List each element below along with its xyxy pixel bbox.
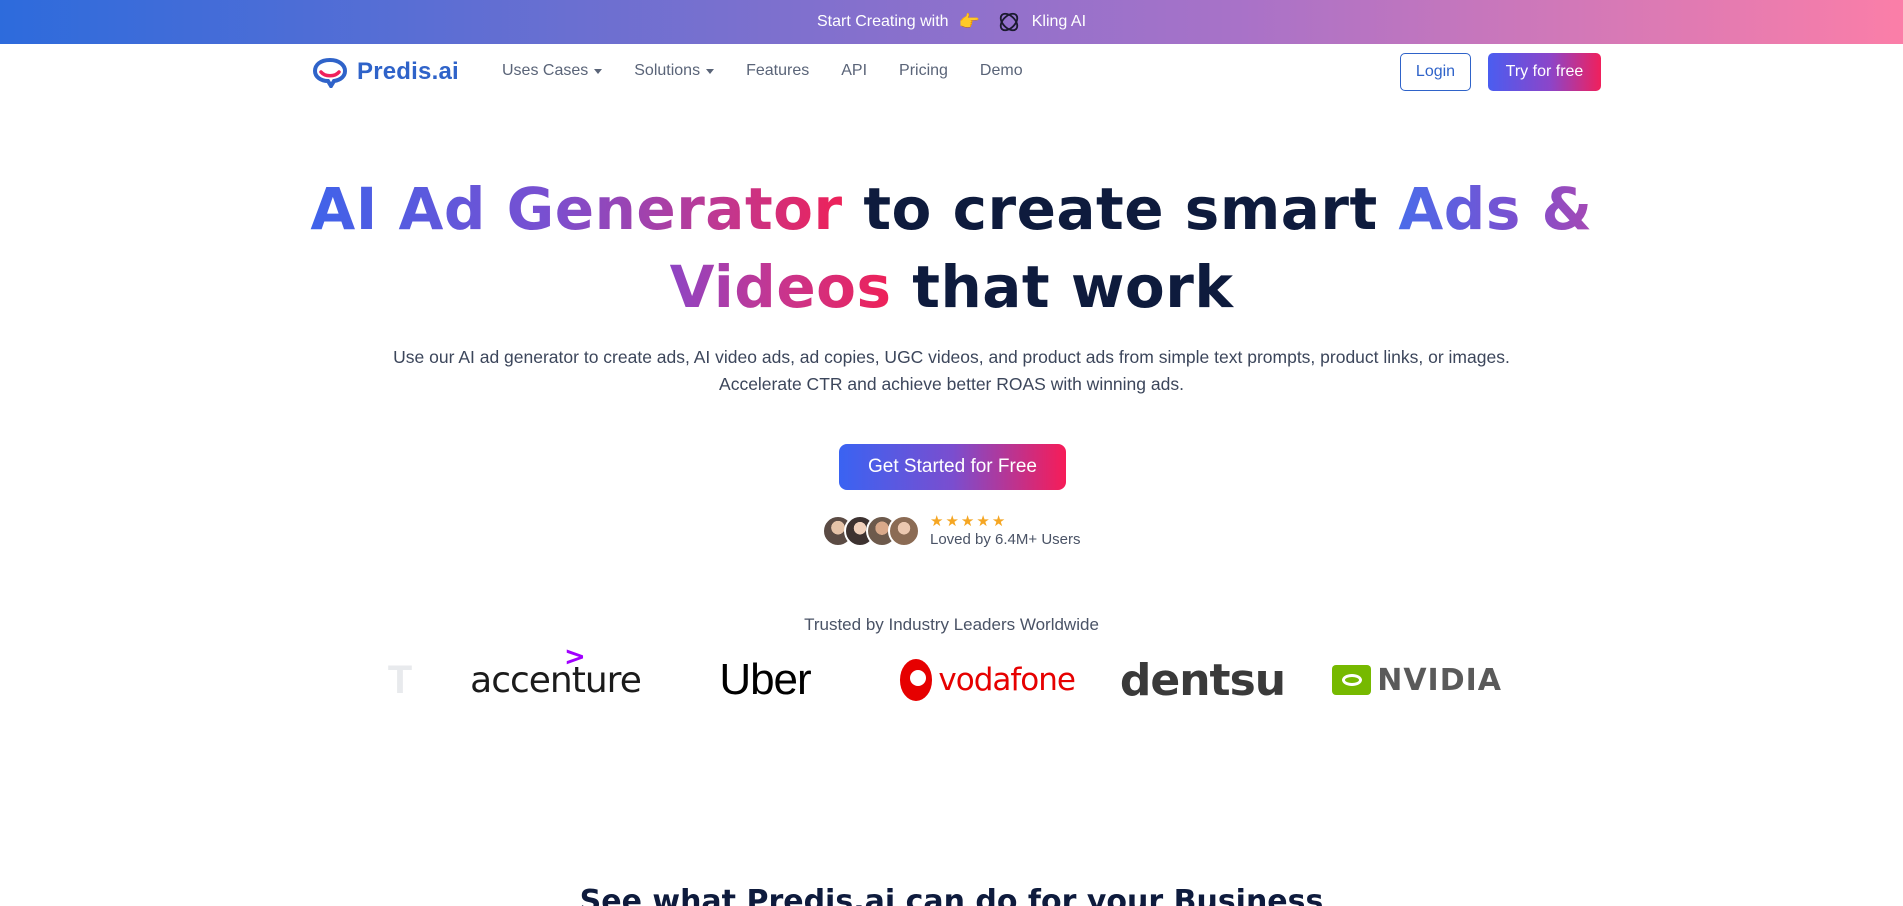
- headline-text: to create smart: [842, 175, 1399, 243]
- vodafone-speechmark-icon: [900, 659, 933, 701]
- menu-item-solutions[interactable]: Solutions: [634, 62, 715, 80]
- menu-item-label: Features: [746, 62, 810, 79]
- social-proof-text: Loved by 6.4M+ Users: [930, 531, 1081, 548]
- announcement-bar[interactable]: Start Creating with 👉 Kling AI: [0, 0, 1903, 44]
- try-for-free-button[interactable]: Try for free: [1488, 53, 1601, 91]
- star-icon: ★: [976, 513, 990, 530]
- menu-item-label: Uses Cases: [502, 62, 589, 79]
- chevron-down-icon: [594, 69, 603, 74]
- avatar: [888, 515, 920, 547]
- brand-name: Predis.ai: [357, 58, 459, 85]
- menu-item-label: Demo: [979, 62, 1023, 79]
- menu-item-label: API: [841, 62, 868, 79]
- announcement-text: Start Creating with: [816, 13, 949, 30]
- kling-ai-logo-icon: [999, 12, 1018, 32]
- accenture-logo: > accenture: [468, 640, 643, 720]
- main-menu: Uses Cases Solutions Features API Pricin…: [502, 62, 1023, 80]
- headline-text: that work: [891, 253, 1234, 321]
- star-icon: ★: [945, 513, 959, 530]
- chevron-down-icon: [706, 69, 715, 74]
- nvidia-logo: NVIDIA: [1332, 640, 1502, 720]
- star-rating: ★ ★ ★ ★ ★: [930, 514, 1081, 529]
- star-icon: ★: [960, 513, 975, 530]
- star-icon: ★: [930, 513, 944, 530]
- menu-item-uses-cases[interactable]: Uses Cases: [502, 62, 603, 80]
- star-icon: ★: [991, 513, 1006, 530]
- hero-subtitle: Use our AI ad generator to create ads, A…: [0, 344, 1903, 398]
- headline-highlight: AI Ad Generator: [310, 175, 843, 243]
- brand-link[interactable]: Predis.ai: [311, 56, 459, 88]
- accenture-caret-icon: >: [564, 642, 586, 672]
- subtitle-line: Accelerate CTR and achieve better ROAS w…: [719, 374, 1184, 394]
- logo-strip: T > accenture Uber vodafone dentsu NVIDI…: [370, 640, 1502, 720]
- section-heading: See what Predis.ai can do for your Busin…: [579, 884, 1324, 906]
- partial-logo: T: [387, 657, 413, 702]
- menu-item-label: Solutions: [634, 62, 701, 79]
- dentsu-logo: dentsu: [1119, 654, 1286, 706]
- rating-block: ★ ★ ★ ★ ★ Loved by 6.4M+ Users: [930, 514, 1081, 548]
- navbar: Predis.ai Uses Cases Solutions Features …: [0, 44, 1903, 100]
- headline-highlight: Ads &: [1398, 175, 1593, 243]
- uber-logo: Uber: [719, 655, 811, 704]
- menu-item-label: Pricing: [899, 62, 948, 79]
- nvidia-wordmark: NVIDIA: [1377, 662, 1502, 698]
- menu-item-api[interactable]: API: [841, 62, 867, 80]
- trusted-title: Trusted by Industry Leaders Worldwide: [804, 615, 1099, 634]
- menu-item-pricing[interactable]: Pricing: [899, 62, 948, 80]
- menu-item-demo[interactable]: Demo: [980, 62, 1023, 80]
- pointing-hand-icon: 👉: [958, 12, 980, 31]
- vodafone-wordmark: vodafone: [938, 662, 1076, 698]
- predis-logo-icon: [312, 57, 348, 88]
- hero-headline: AI Ad Generator to create smart Ads & Vi…: [0, 170, 1903, 326]
- vodafone-logo: vodafone: [900, 640, 1076, 720]
- nvidia-eye-icon: [1332, 665, 1372, 695]
- announcement-partner: Kling AI: [1031, 13, 1087, 30]
- menu-item-features[interactable]: Features: [746, 62, 809, 80]
- user-avatars: [822, 515, 920, 547]
- subtitle-line: Use our AI ad generator to create ads, A…: [393, 347, 1510, 367]
- headline-highlight: Videos: [669, 253, 892, 321]
- accenture-wordmark: accenture: [470, 659, 642, 701]
- social-proof: ★ ★ ★ ★ ★ Loved by 6.4M+ Users: [822, 514, 1081, 548]
- login-button[interactable]: Login: [1400, 53, 1471, 91]
- get-started-button[interactable]: Get Started for Free: [839, 444, 1066, 490]
